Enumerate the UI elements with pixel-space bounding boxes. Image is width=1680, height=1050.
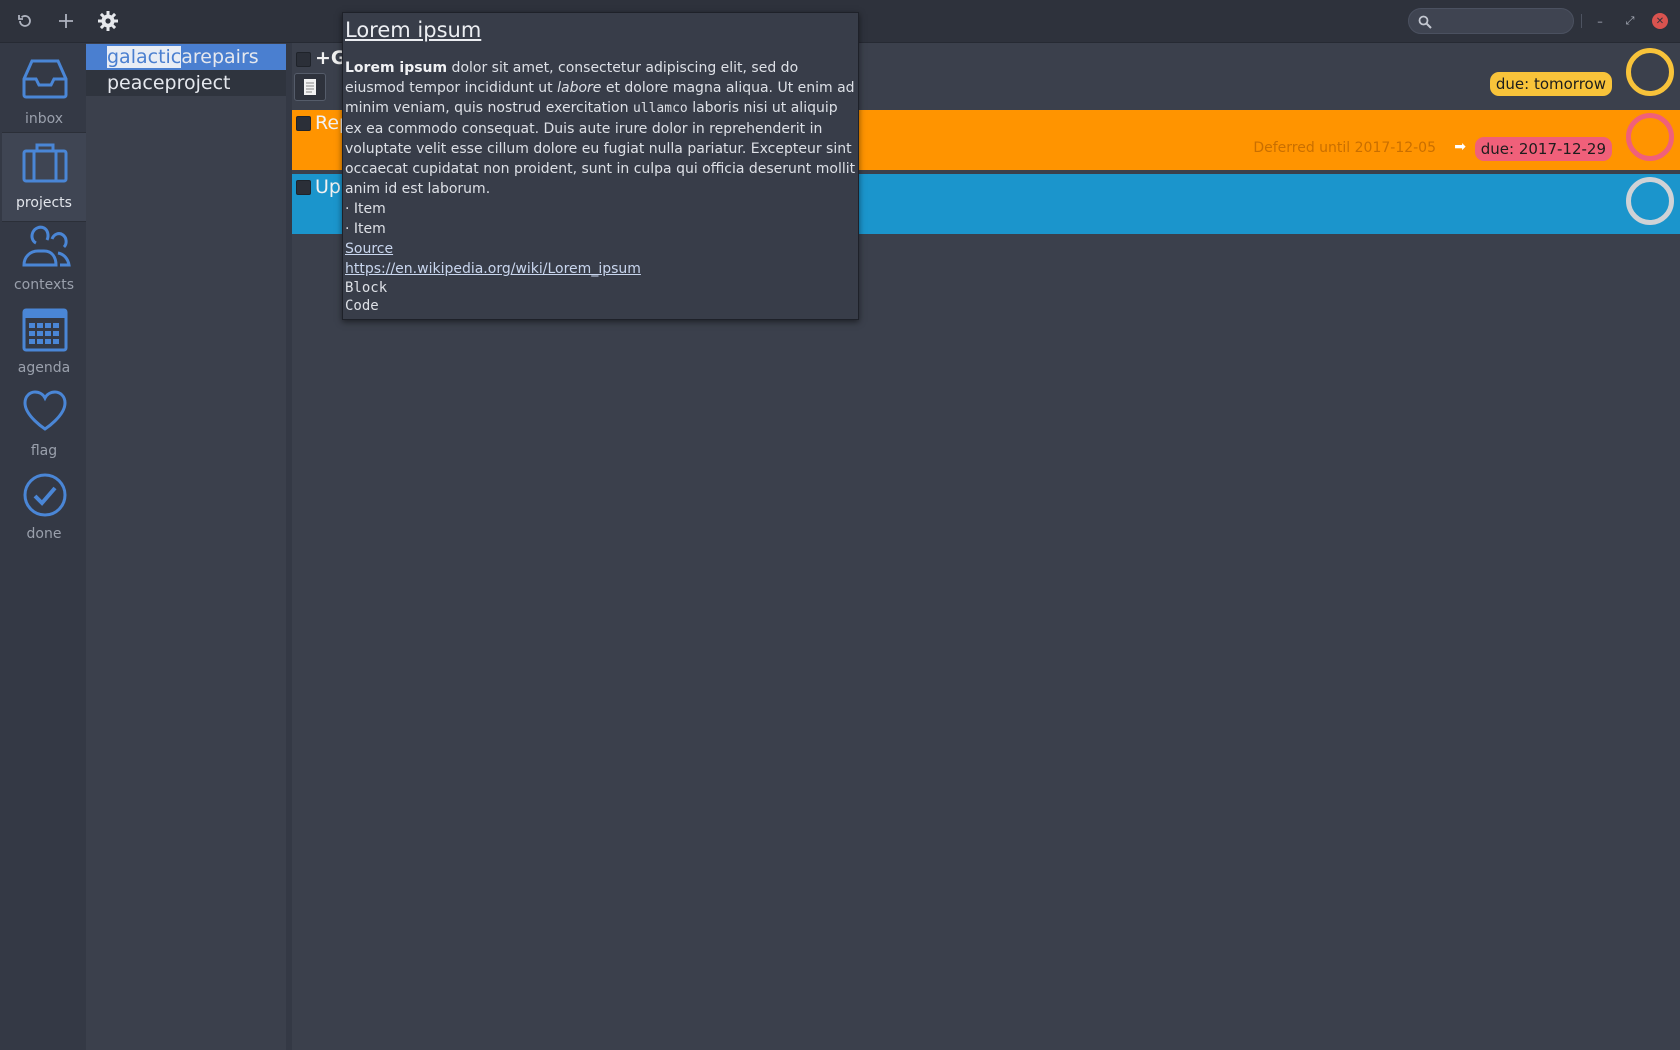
tooltip-code-block-line: Block bbox=[345, 280, 388, 296]
search-input[interactable] bbox=[1437, 12, 1569, 32]
projects-panel: galacticarepairs peaceproject bbox=[86, 43, 287, 1050]
tooltip-url-link[interactable]: https://en.wikipedia.org/wiki/Lorem_ipsu… bbox=[345, 259, 856, 279]
arrow-right-icon: ➡ bbox=[1454, 139, 1466, 155]
check-circle-icon bbox=[23, 473, 67, 517]
project-search-highlight: galactic bbox=[107, 46, 182, 68]
header-separator bbox=[1581, 14, 1582, 28]
note-icon bbox=[304, 79, 316, 95]
restore-button[interactable]: ⤢ bbox=[1622, 13, 1638, 29]
briefcase-icon bbox=[22, 143, 68, 183]
people-icon bbox=[22, 225, 71, 267]
tooltip-inline-code: ullamco bbox=[632, 101, 688, 116]
tooltip-list-item: · Item bbox=[345, 221, 386, 237]
project-item-galacticarepairs[interactable]: galacticarepairs bbox=[86, 44, 286, 70]
sidebar-label-projects: projects bbox=[16, 195, 72, 211]
due-badge: due: 2017-12-29 bbox=[1474, 137, 1612, 161]
inbox-icon bbox=[22, 59, 68, 99]
deferred-label: Deferred until 2017-12-05 bbox=[1253, 140, 1436, 156]
priority-ring[interactable] bbox=[1626, 177, 1674, 225]
tooltip-paragraph: Lorem ipsum dolor sit amet, consectetur … bbox=[345, 58, 856, 199]
search-icon bbox=[1418, 14, 1432, 33]
sidebar-item-contexts[interactable]: contexts bbox=[2, 215, 86, 303]
sidebar-label-agenda: agenda bbox=[17, 360, 71, 376]
note-tooltip: Lorem ipsum Lorem ipsum dolor sit amet, … bbox=[342, 12, 859, 320]
priority-ring[interactable] bbox=[1626, 113, 1674, 161]
project-label: peaceproject bbox=[107, 72, 231, 94]
sidebar-label-inbox: inbox bbox=[24, 111, 64, 127]
sidebar: inbox projects contexts agenda flag done bbox=[0, 43, 86, 1050]
calendar-icon bbox=[22, 308, 68, 352]
sidebar-item-projects[interactable]: projects bbox=[2, 132, 86, 222]
tooltip-title: Lorem ipsum bbox=[345, 18, 482, 42]
tooltip-bold: Lorem ipsum bbox=[345, 60, 448, 76]
tooltip-source-link[interactable]: Source bbox=[345, 239, 856, 259]
task-checkbox[interactable] bbox=[296, 52, 311, 67]
gear-icon[interactable] bbox=[97, 10, 119, 32]
sidebar-item-agenda[interactable]: agenda bbox=[2, 298, 86, 386]
tooltip-code-block-line: Code bbox=[345, 298, 379, 314]
close-button[interactable]: ✕ bbox=[1652, 13, 1668, 29]
sidebar-item-inbox[interactable]: inbox bbox=[2, 49, 86, 137]
plus-icon[interactable] bbox=[55, 10, 77, 32]
search-box[interactable] bbox=[1408, 8, 1574, 34]
project-label-rest: arepairs bbox=[181, 46, 259, 68]
sidebar-item-done[interactable]: done bbox=[2, 464, 86, 552]
tooltip-italic: labore bbox=[557, 80, 602, 96]
tooltip-list-item: · Item bbox=[345, 201, 386, 217]
minimize-button[interactable]: – bbox=[1592, 13, 1608, 29]
sidebar-label-flag: flag bbox=[30, 443, 58, 459]
sidebar-label-contexts: contexts bbox=[13, 277, 75, 293]
project-item-peaceproject[interactable]: peaceproject bbox=[86, 70, 286, 96]
heart-icon bbox=[23, 390, 67, 431]
task-checkbox[interactable] bbox=[296, 116, 311, 131]
note-button[interactable] bbox=[294, 73, 326, 101]
refresh-icon[interactable] bbox=[14, 10, 36, 32]
sidebar-item-flag[interactable]: flag bbox=[2, 381, 86, 469]
due-badge: due: tomorrow bbox=[1489, 72, 1612, 96]
task-checkbox[interactable] bbox=[296, 180, 311, 195]
sidebar-label-done: done bbox=[26, 526, 62, 542]
priority-ring[interactable] bbox=[1626, 48, 1674, 96]
